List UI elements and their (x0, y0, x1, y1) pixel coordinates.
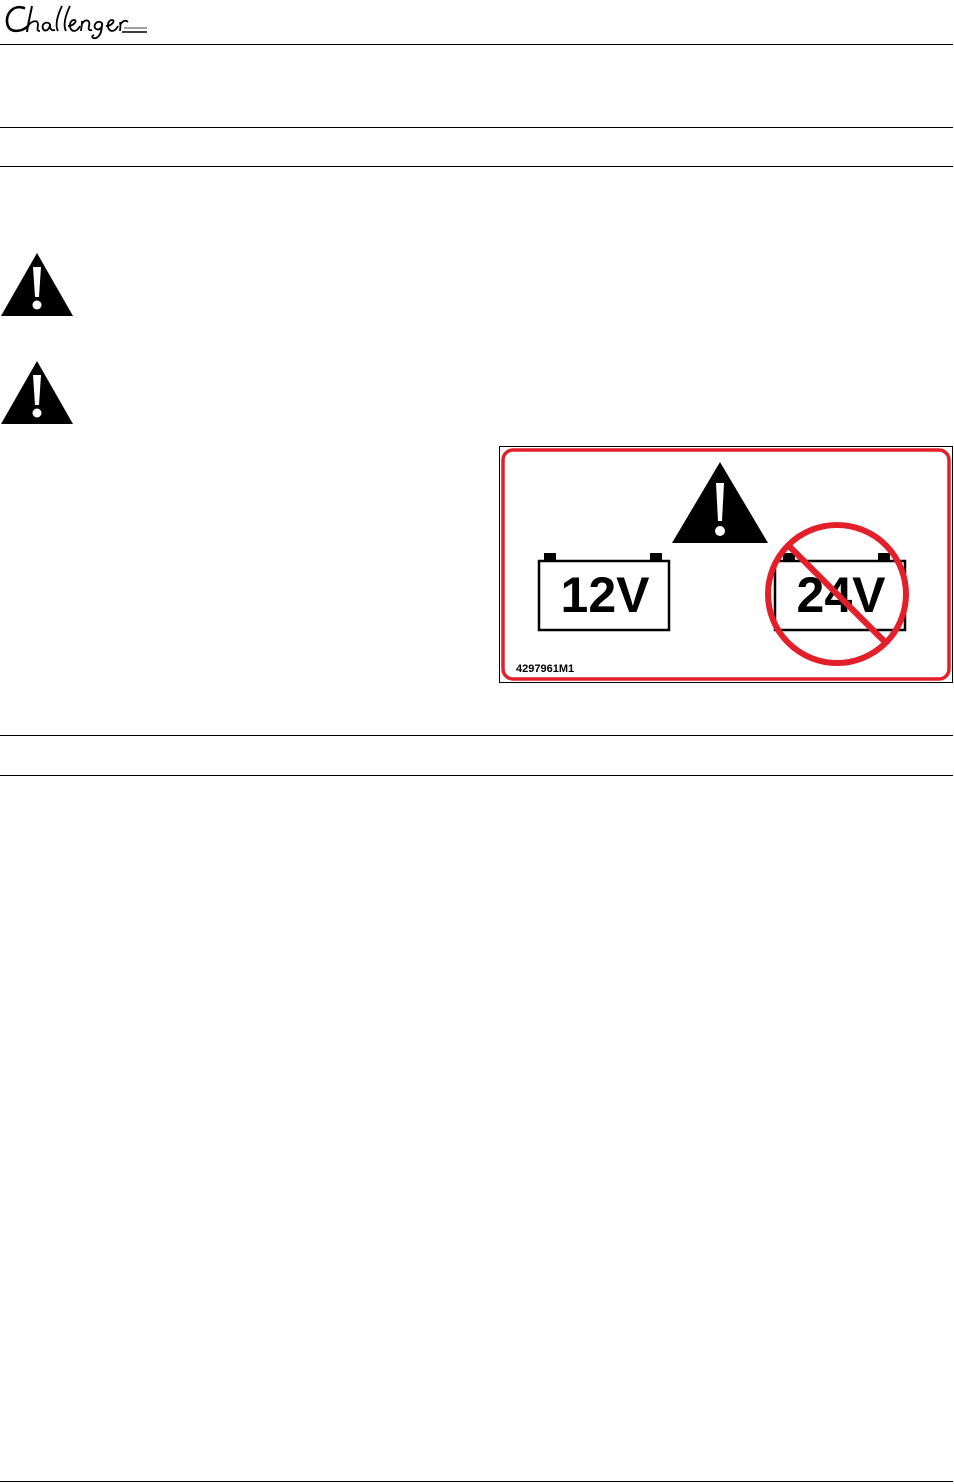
section-rule-top (0, 735, 953, 736)
section-rule-top (0, 127, 953, 128)
allowed-voltage-label: 12V (560, 567, 650, 623)
section-rule-bottom (0, 166, 953, 167)
prohibited-voltage-label: 24V (796, 567, 886, 623)
warning-triangle-icon (1, 361, 73, 424)
footer-rule (0, 1481, 953, 1482)
battery-voltage-decal: 12V 24V 4297961M1 (499, 446, 953, 683)
decal-part-number: 4297961M1 (516, 663, 575, 675)
warning-triangle-icon (672, 462, 768, 543)
warning-triangle-icon (1, 253, 73, 316)
challenger-logo (5, 5, 147, 40)
header-rule (0, 44, 953, 45)
section-rule-bottom (0, 775, 953, 776)
